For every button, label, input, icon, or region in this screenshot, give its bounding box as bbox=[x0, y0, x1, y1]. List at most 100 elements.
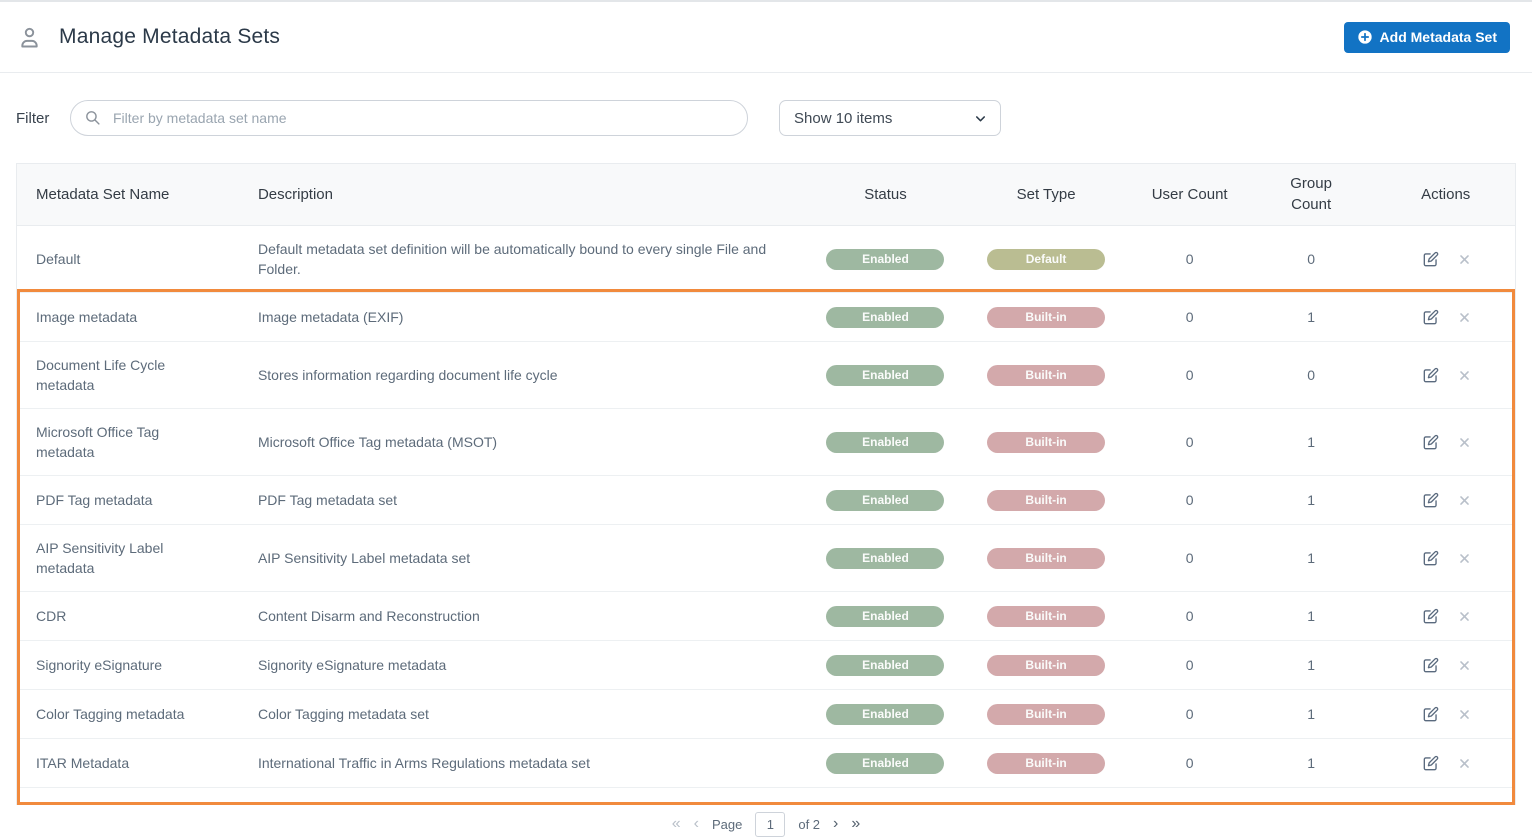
set-type-badge: Built-in bbox=[987, 307, 1105, 328]
metadata-set-description: Microsoft Office Tag metadata (MSOT) bbox=[258, 434, 497, 450]
set-type-badge: Built-in bbox=[987, 606, 1105, 627]
col-header-name: Metadata Set Name bbox=[17, 164, 258, 225]
group-count: 1 bbox=[1307, 755, 1315, 771]
edit-icon[interactable] bbox=[1421, 656, 1440, 675]
set-type-badge: Built-in bbox=[987, 704, 1105, 725]
metadata-set-description: Image metadata (EXIF) bbox=[258, 309, 404, 325]
filter-label: Filter bbox=[16, 110, 70, 127]
col-header-description: Description bbox=[258, 164, 812, 225]
delete-x-icon[interactable] bbox=[1458, 552, 1471, 565]
set-type-badge: Default bbox=[987, 249, 1105, 270]
delete-x-icon[interactable] bbox=[1458, 311, 1471, 324]
page-header: Manage Metadata Sets Add Metadata Set bbox=[0, 2, 1532, 73]
first-page-icon[interactable]: « bbox=[672, 816, 681, 832]
edit-icon[interactable] bbox=[1421, 705, 1440, 724]
delete-x-icon[interactable] bbox=[1458, 369, 1471, 382]
status-badge: Enabled bbox=[826, 365, 944, 386]
group-count: 1 bbox=[1307, 657, 1315, 673]
metadata-set-description: Stores information regarding document li… bbox=[258, 367, 558, 383]
delete-x-icon[interactable] bbox=[1458, 610, 1471, 623]
set-type-badge: Built-in bbox=[987, 490, 1105, 511]
table-row: Signority eSignature Signority eSignatur… bbox=[17, 640, 1515, 689]
delete-x-icon[interactable] bbox=[1458, 253, 1471, 266]
status-badge: Enabled bbox=[826, 548, 944, 569]
delete-x-icon[interactable] bbox=[1458, 659, 1471, 672]
manage-metadata-sets-page: Manage Metadata Sets Add Metadata Set Fi… bbox=[0, 0, 1532, 828]
col-header-set-type: Set Type bbox=[959, 164, 1134, 225]
status-badge: Enabled bbox=[826, 704, 944, 725]
metadata-set-name: Signority eSignature bbox=[36, 655, 162, 675]
table-row: ITAR Metadata International Traffic in A… bbox=[17, 738, 1515, 787]
edit-icon[interactable] bbox=[1421, 366, 1440, 385]
edit-icon[interactable] bbox=[1421, 491, 1440, 510]
metadata-set-name: ITAR Metadata bbox=[36, 753, 129, 773]
metadata-set-description: AIP Sensitivity Label metadata set bbox=[258, 550, 470, 566]
metadata-set-description: PDF Tag metadata set bbox=[258, 492, 397, 508]
group-count: 1 bbox=[1307, 706, 1315, 722]
user-count: 0 bbox=[1186, 309, 1194, 325]
delete-x-icon[interactable] bbox=[1458, 757, 1471, 770]
metadata-set-description: Content Disarm and Reconstruction bbox=[258, 608, 480, 624]
group-count: 1 bbox=[1307, 492, 1315, 508]
metadata-set-name: Image metadata bbox=[36, 307, 137, 327]
plus-circle-icon bbox=[1357, 29, 1373, 45]
metadata-set-description: Default metadata set definition will be … bbox=[258, 241, 766, 277]
pagination: « ‹ Page of 2 › » bbox=[0, 812, 1532, 837]
page-number-input[interactable] bbox=[755, 812, 785, 837]
user-count: 0 bbox=[1186, 492, 1194, 508]
metadata-set-name: CDR bbox=[36, 606, 66, 626]
page-size-select[interactable]: Show 10 items bbox=[779, 100, 1001, 136]
status-badge: Enabled bbox=[826, 655, 944, 676]
delete-x-icon[interactable] bbox=[1458, 436, 1471, 449]
add-button-label: Add Metadata Set bbox=[1380, 29, 1497, 45]
status-badge: Enabled bbox=[826, 753, 944, 774]
col-header-actions: Actions bbox=[1376, 164, 1515, 225]
filter-search-input[interactable] bbox=[70, 100, 748, 136]
table-row: Default Default metadata set definition … bbox=[17, 225, 1515, 292]
metadata-sets-table: Metadata Set Name Description Status Set… bbox=[17, 164, 1515, 788]
table-row: Microsoft Office Tag metadata Microsoft … bbox=[17, 408, 1515, 475]
metadata-set-name: Document Life Cycle metadata bbox=[36, 355, 201, 395]
user-count: 0 bbox=[1186, 550, 1194, 566]
page-label: Page bbox=[712, 817, 742, 832]
table-row: Image metadata Image metadata (EXIF) Ena… bbox=[17, 292, 1515, 341]
table-row: Color Tagging metadata Color Tagging met… bbox=[17, 689, 1515, 738]
group-count: 1 bbox=[1307, 309, 1315, 325]
add-metadata-set-button[interactable]: Add Metadata Set bbox=[1344, 22, 1510, 53]
edit-icon[interactable] bbox=[1421, 433, 1440, 452]
chevron-down-icon bbox=[973, 111, 988, 126]
table-row: AIP Sensitivity Label metadata AIP Sensi… bbox=[17, 524, 1515, 591]
set-type-badge: Built-in bbox=[987, 655, 1105, 676]
group-count: 1 bbox=[1307, 434, 1315, 450]
table-row: CDR Content Disarm and Reconstruction En… bbox=[17, 591, 1515, 640]
group-count: 1 bbox=[1307, 608, 1315, 624]
metadata-set-name: Color Tagging metadata bbox=[36, 704, 184, 724]
edit-icon[interactable] bbox=[1421, 250, 1440, 269]
delete-x-icon[interactable] bbox=[1458, 494, 1471, 507]
metadata-set-description: International Traffic in Arms Regulation… bbox=[258, 755, 590, 771]
col-header-user-count: User Count bbox=[1133, 164, 1245, 225]
edit-icon[interactable] bbox=[1421, 607, 1440, 626]
user-count: 0 bbox=[1186, 706, 1194, 722]
page-title: Manage Metadata Sets bbox=[59, 25, 1344, 49]
status-badge: Enabled bbox=[826, 606, 944, 627]
filter-bar: Filter Show 10 items bbox=[16, 100, 1516, 136]
user-count: 0 bbox=[1186, 434, 1194, 450]
metadata-set-description: Color Tagging metadata set bbox=[258, 706, 429, 722]
table-container: Metadata Set Name Description Status Set… bbox=[16, 163, 1516, 805]
table-header-row: Metadata Set Name Description Status Set… bbox=[17, 164, 1515, 225]
user-count: 0 bbox=[1186, 367, 1194, 383]
delete-x-icon[interactable] bbox=[1458, 708, 1471, 721]
edit-icon[interactable] bbox=[1421, 549, 1440, 568]
prev-page-icon[interactable]: ‹ bbox=[694, 816, 699, 832]
set-type-badge: Built-in bbox=[987, 432, 1105, 453]
next-page-icon[interactable]: › bbox=[833, 816, 838, 832]
edit-icon[interactable] bbox=[1421, 308, 1440, 327]
set-type-badge: Built-in bbox=[987, 753, 1105, 774]
edit-icon[interactable] bbox=[1421, 754, 1440, 773]
last-page-icon[interactable]: » bbox=[851, 816, 860, 832]
user-count: 0 bbox=[1186, 755, 1194, 771]
col-header-group-count: Group Count bbox=[1246, 164, 1377, 225]
group-count: 1 bbox=[1307, 550, 1315, 566]
user-count: 0 bbox=[1186, 608, 1194, 624]
